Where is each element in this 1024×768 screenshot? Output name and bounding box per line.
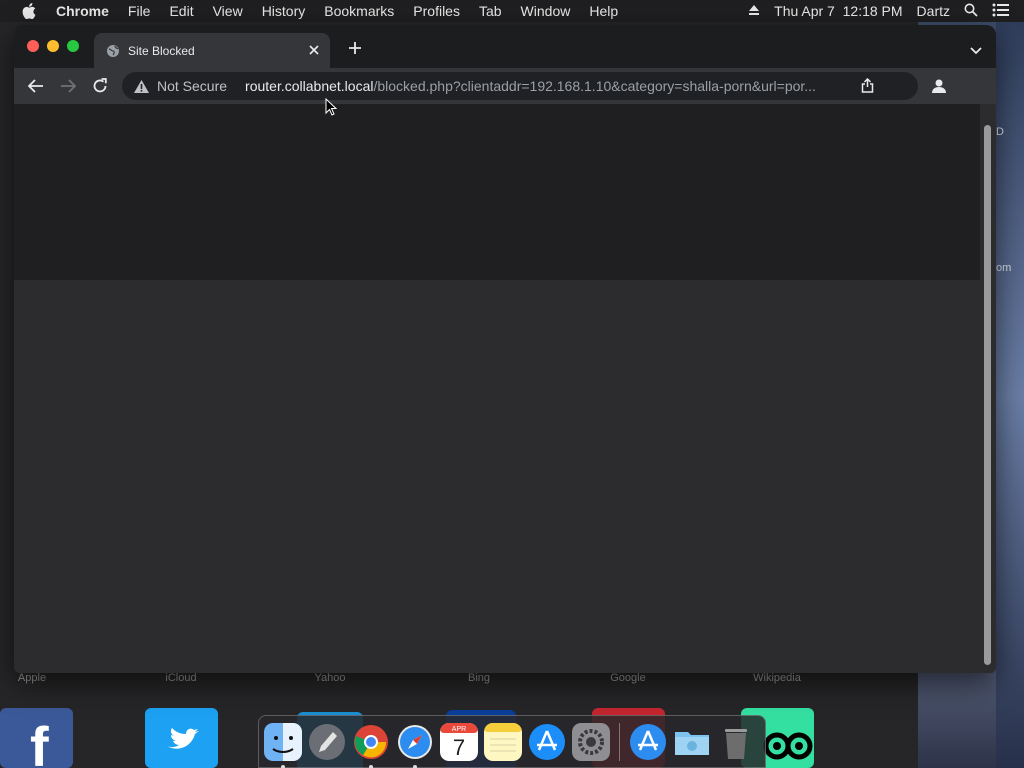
- launchpad-icon[interactable]: [305, 720, 349, 764]
- close-tab-icon[interactable]: [306, 42, 322, 58]
- favorite-label[interactable]: Apple: [0, 672, 72, 684]
- finder-icon[interactable]: [261, 720, 305, 768]
- scrollbar[interactable]: [980, 104, 994, 673]
- apple-menu-icon[interactable]: [18, 3, 40, 19]
- system-preferences-icon[interactable]: [569, 720, 613, 764]
- calendar-icon[interactable]: APR 7: [437, 720, 481, 764]
- scrollbar-thumb[interactable]: [984, 125, 991, 665]
- page-header-area: [14, 104, 980, 280]
- back-arrow-icon[interactable]: [26, 76, 46, 96]
- menu-tab[interactable]: Tab: [479, 3, 502, 19]
- menu-help[interactable]: Help: [589, 3, 618, 19]
- favorite-label[interactable]: Wikipedia: [737, 672, 817, 684]
- globe-icon: [106, 44, 120, 58]
- svg-text:f: f: [30, 715, 49, 768]
- url-host: router.collabnet.local: [245, 78, 374, 94]
- safari-icon[interactable]: [393, 720, 437, 768]
- close-window-button[interactable]: [27, 40, 39, 52]
- twitter-tile[interactable]: [145, 708, 218, 768]
- downloads-folder-icon[interactable]: [670, 720, 714, 764]
- desktop-background: D om: [996, 22, 1024, 768]
- tab-title: Site Blocked: [128, 43, 195, 58]
- new-tab-button[interactable]: [346, 39, 364, 57]
- minimize-window-button[interactable]: [47, 40, 59, 52]
- menu-app-name[interactable]: Chrome: [56, 3, 109, 19]
- menu-bar: Chrome File Edit View History Bookmarks …: [0, 0, 1024, 22]
- background-favorites: Apple iCloud Yahoo Bing Google Wikipedia: [0, 672, 918, 686]
- clock[interactable]: Thu Apr 7 12:18 PM: [774, 3, 902, 19]
- chrome-icon[interactable]: [349, 720, 393, 768]
- address-bar[interactable]: Not Secure router.collabnet.local/blocke…: [122, 72, 918, 100]
- background-text: om: [996, 262, 1012, 274]
- control-center-icon[interactable]: [992, 3, 1010, 20]
- profile-avatar-icon[interactable]: [930, 77, 948, 95]
- menu-profiles[interactable]: Profiles: [413, 3, 460, 19]
- favorite-label[interactable]: Yahoo: [290, 672, 370, 684]
- mouse-cursor-icon: [325, 97, 338, 121]
- zoom-window-button[interactable]: [67, 40, 79, 52]
- calendar-day: 7: [453, 735, 465, 760]
- tab-strip: Site Blocked: [14, 25, 996, 68]
- chevron-down-icon[interactable]: [970, 42, 982, 60]
- user-name[interactable]: Dartz: [917, 3, 950, 19]
- favorite-label[interactable]: iCloud: [141, 672, 221, 684]
- page-content: [14, 104, 996, 673]
- security-status-label[interactable]: Not Secure: [157, 78, 227, 94]
- favorite-label[interactable]: Bing: [439, 672, 519, 684]
- menu-window[interactable]: Window: [521, 3, 571, 19]
- chrome-window: Site Blocked Not Secure router.collabnet…: [14, 25, 996, 673]
- trash-icon[interactable]: [714, 720, 758, 764]
- dock-separator: [619, 722, 620, 761]
- menu-bookmarks[interactable]: Bookmarks: [324, 3, 394, 19]
- menu-file[interactable]: File: [128, 3, 151, 19]
- favorite-label[interactable]: Google: [588, 672, 668, 684]
- menu-history[interactable]: History: [262, 3, 306, 19]
- app-store-installer-icon[interactable]: [626, 720, 670, 764]
- forward-arrow-icon[interactable]: [58, 76, 78, 96]
- browser-toolbar: Not Secure router.collabnet.local/blocke…: [14, 68, 996, 104]
- url-path: /blocked.php?clientaddr=192.168.1.10&cat…: [373, 78, 816, 94]
- menu-view[interactable]: View: [213, 3, 243, 19]
- tab-site-blocked[interactable]: Site Blocked: [94, 33, 330, 68]
- calendar-month: APR: [452, 726, 466, 733]
- dock: APR 7: [258, 715, 766, 768]
- menu-edit[interactable]: Edit: [169, 3, 193, 19]
- eject-icon[interactable]: [748, 3, 760, 19]
- menu-extras: Thu Apr 7 12:18 PM Dartz: [748, 0, 1024, 22]
- warning-icon[interactable]: [134, 79, 149, 93]
- spotlight-search-icon[interactable]: [964, 3, 978, 20]
- share-icon[interactable]: [861, 78, 874, 93]
- notes-icon[interactable]: [481, 720, 525, 764]
- app-store-icon[interactable]: [525, 720, 569, 764]
- facebook-tile[interactable]: f: [0, 708, 73, 768]
- background-text: D: [996, 126, 1004, 138]
- reload-icon[interactable]: [90, 76, 110, 96]
